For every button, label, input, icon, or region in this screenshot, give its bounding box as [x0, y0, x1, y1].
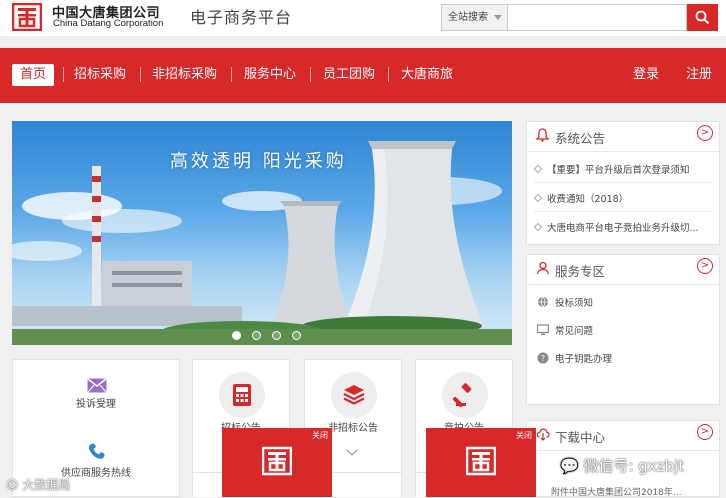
- panel-header: 下载中心 >: [527, 421, 719, 451]
- tile-icon-circle: [331, 372, 377, 418]
- bell-icon: [536, 128, 549, 142]
- search-button[interactable]: [687, 4, 718, 31]
- announcements-panel: 系统公告 > 【重要】平台升级后首次登录须知 收费通知（2018） 大唐电商平台…: [526, 121, 720, 245]
- divider: [535, 182, 711, 183]
- list-item[interactable]: 收费通知（2018）: [533, 191, 628, 205]
- download-cloud-icon: [536, 428, 550, 441]
- user-icon: [536, 261, 550, 275]
- service-item-faq[interactable]: 常见问题: [537, 323, 593, 337]
- close-ad-button[interactable]: 关闭: [312, 430, 328, 441]
- svg-text:?: ?: [541, 354, 545, 363]
- panel-title: 服务专区: [555, 264, 606, 279]
- nav-divider: [310, 67, 311, 82]
- watermark-right: 💬 微信号: gxzbjt: [560, 457, 685, 475]
- carousel-dot[interactable]: [252, 331, 262, 340]
- divider: [535, 211, 711, 212]
- search-icon: [695, 10, 710, 25]
- search-scope-label: 全站搜索: [448, 12, 488, 23]
- hero-banner[interactable]: 高效透明 阳光采购: [12, 121, 512, 345]
- nav-divider: [63, 67, 64, 82]
- nav-divider: [388, 67, 389, 82]
- complaint-link[interactable]: 投诉受理: [13, 395, 179, 410]
- diamond-bullet-icon: [533, 222, 543, 232]
- carousel-dot[interactable]: [292, 331, 302, 340]
- monitor-icon: [537, 324, 549, 335]
- nav-item-non-bidding[interactable]: 非招标采购: [152, 64, 217, 86]
- brand-name-en: China Datang Corporation: [53, 18, 164, 29]
- nav-item-travel[interactable]: 大唐商旅: [401, 64, 453, 86]
- calculator-icon: [233, 384, 251, 406]
- tile-icon-circle: [219, 372, 265, 418]
- service-item-e-key[interactable]: ? 电子钥匙办理: [537, 351, 612, 365]
- more-button[interactable]: >: [697, 424, 713, 440]
- list-item[interactable]: 附件中国大唐集团公司2018年...: [551, 485, 682, 498]
- banner-slogan: 高效透明 阳光采购: [170, 151, 347, 172]
- nav-item-group-buy[interactable]: 员工团购: [323, 64, 375, 86]
- list-item[interactable]: 大唐电商平台电子竞拍业务升级切...: [533, 220, 699, 234]
- tile-icon-circle: [442, 372, 488, 418]
- nav-item-bidding[interactable]: 招标采购: [74, 64, 126, 86]
- top-header: 中国大唐集团公司 China Datang Corporation 电子商务平台…: [0, 0, 726, 36]
- floating-ad-right[interactable]: 关闭: [426, 428, 536, 497]
- phone-icon[interactable]: [87, 442, 107, 460]
- nav-divider: [140, 67, 141, 82]
- nav-item-home[interactable]: 首页: [12, 64, 55, 86]
- floating-ad-left[interactable]: 关闭: [222, 428, 332, 497]
- register-link[interactable]: 注册: [686, 64, 712, 86]
- site-name: 电子商务平台: [190, 8, 293, 27]
- nav-item-service-center[interactable]: 服务中心: [244, 64, 296, 86]
- main-nav: 首页 招标采购 非招标采购 服务中心 员工团购 大唐商旅 登录 注册: [0, 48, 726, 103]
- panel-header: 系统公告 >: [527, 122, 719, 152]
- globe-icon: [538, 296, 548, 308]
- gavel-icon: [453, 383, 472, 407]
- close-ad-button[interactable]: 关闭: [516, 430, 532, 441]
- datang-logo-icon: [262, 446, 292, 476]
- wechat-icon: 💬: [560, 457, 584, 475]
- panel-header: 服务专区 >: [527, 255, 719, 285]
- datang-logo-icon[interactable]: [12, 3, 42, 31]
- watermark-logo-icon: ☺: [6, 478, 23, 492]
- diamond-bullet-icon: [533, 164, 543, 174]
- more-button[interactable]: >: [697, 125, 713, 141]
- envelope-icon[interactable]: [87, 378, 107, 393]
- carousel-dot[interactable]: [272, 331, 282, 340]
- list-item[interactable]: 【重要】平台升级后首次登录须知: [533, 162, 690, 176]
- panel-title: 下载中心: [555, 430, 606, 445]
- chevron-down-icon: [494, 15, 502, 20]
- login-link[interactable]: 登录: [633, 64, 659, 86]
- more-button[interactable]: >: [697, 258, 713, 274]
- watermark-left: ☺ 大数据局: [6, 478, 71, 492]
- datang-logo-icon: [466, 446, 496, 476]
- carousel-dots: [232, 325, 307, 344]
- carousel-dot[interactable]: [232, 331, 241, 340]
- question-icon: ?: [537, 352, 549, 364]
- nav-divider: [231, 67, 232, 82]
- panel-title: 系统公告: [555, 131, 606, 146]
- search-scope-select[interactable]: 全站搜索: [442, 5, 508, 30]
- search-input[interactable]: [509, 5, 685, 30]
- diamond-bullet-icon: [533, 193, 543, 203]
- layers-icon: [343, 385, 365, 405]
- search-box: 全站搜索: [441, 4, 687, 31]
- services-panel: 服务专区 > 投标须知 常见问题 ? 电子钥匙办理: [526, 254, 720, 405]
- service-item-bid-notice[interactable]: 投标须知: [537, 295, 593, 309]
